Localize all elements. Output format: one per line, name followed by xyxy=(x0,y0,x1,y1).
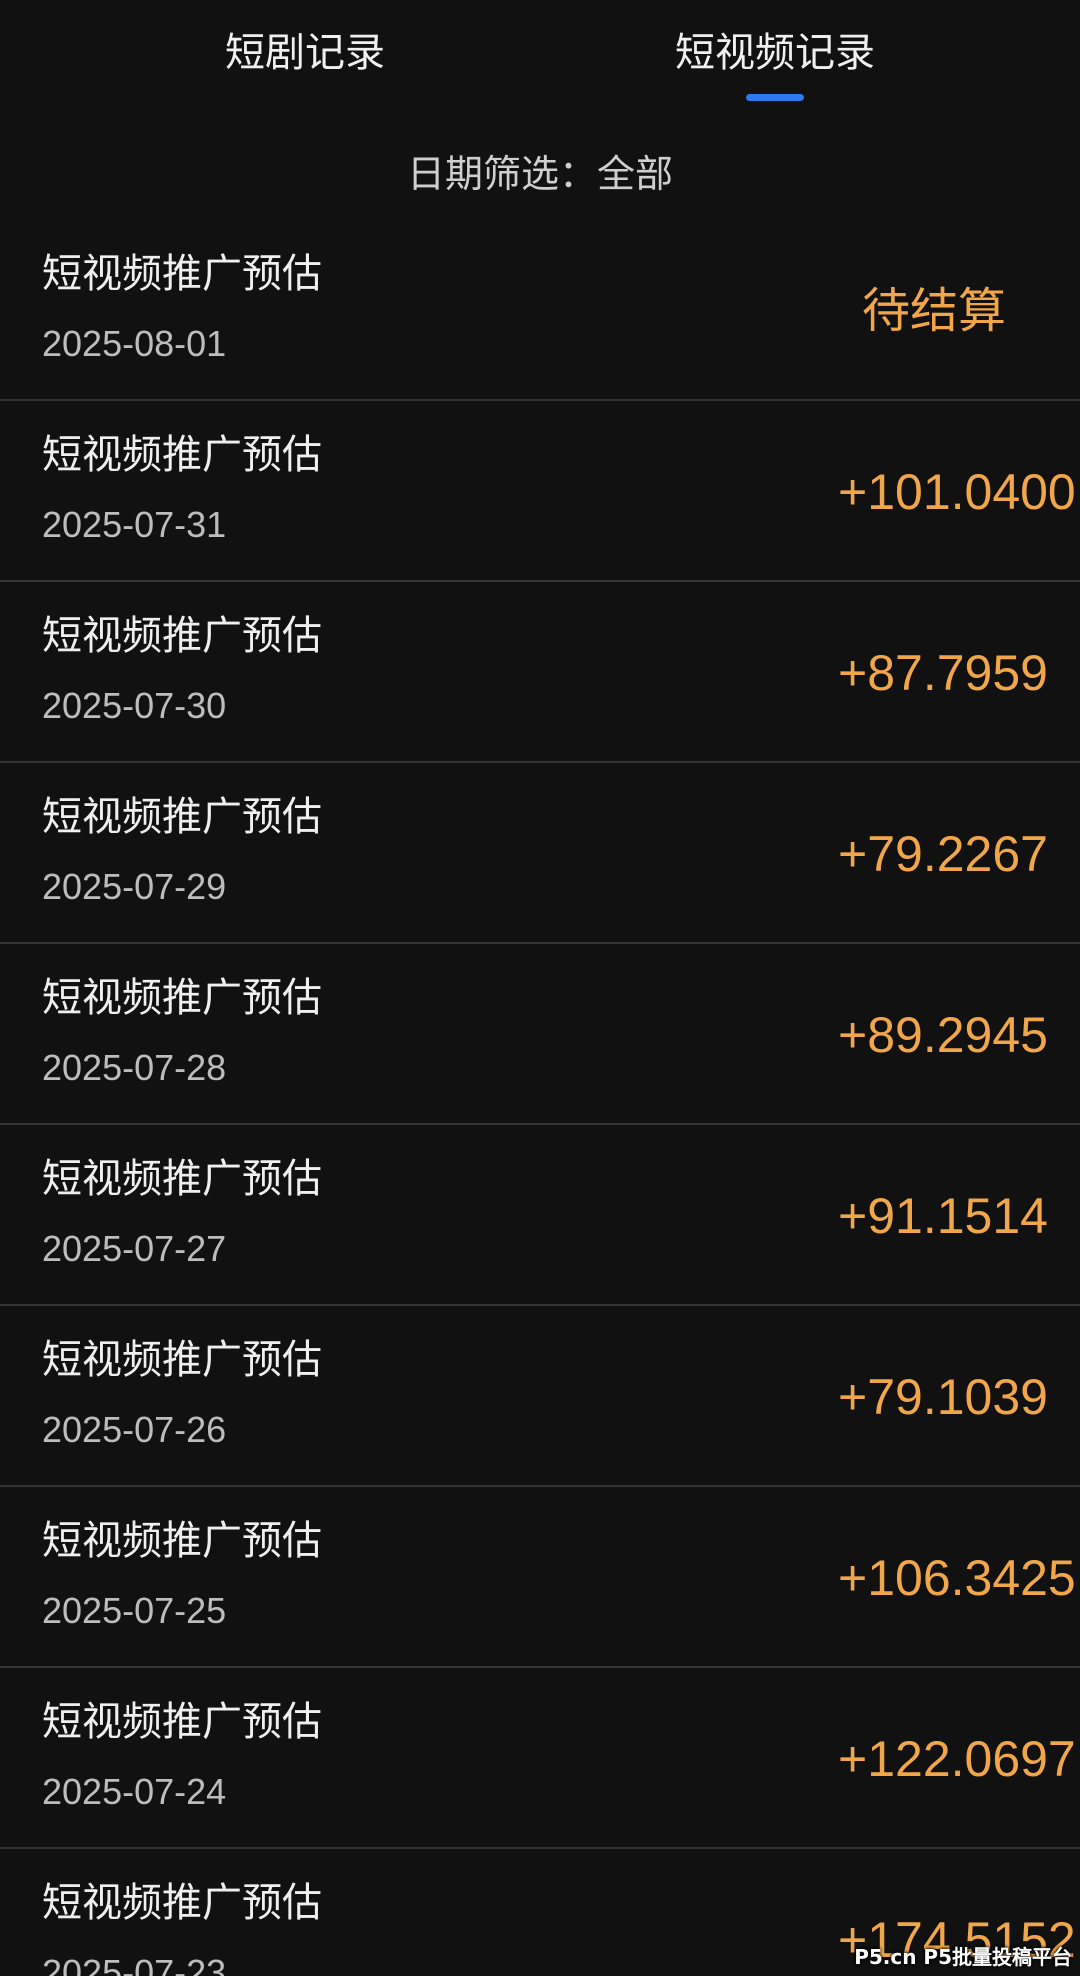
list-item[interactable]: 短视频推广预估 2025-07-30 +87.7959 xyxy=(0,582,1080,763)
record-amount: +101.0400 xyxy=(838,464,1076,520)
active-tab-indicator xyxy=(746,94,804,101)
record-list: 短视频推广预估 2025-08-01 待结算 短视频推广预估 2025-07-3… xyxy=(0,220,1080,1976)
record-date: 2025-07-27 xyxy=(42,1228,227,1269)
record-title: 短视频推广预估 xyxy=(42,794,322,840)
record-date: 2025-07-25 xyxy=(42,1590,227,1631)
record-title: 短视频推广预估 xyxy=(42,975,322,1021)
list-item[interactable]: 短视频推广预估 2025-07-29 +79.2267 xyxy=(0,763,1080,944)
record-amount: +79.1039 xyxy=(838,1369,1048,1425)
record-title: 短视频推广预估 xyxy=(42,432,322,478)
record-title: 短视频推广预估 xyxy=(42,1699,322,1745)
record-date: 2025-07-28 xyxy=(42,1047,227,1088)
record-date: 2025-07-24 xyxy=(42,1771,227,1812)
record-date: 2025-07-30 xyxy=(42,685,227,726)
record-tabs: 短剧记录 短视频记录 xyxy=(0,0,1080,120)
record-amount: +87.7959 xyxy=(838,645,1048,701)
tab-short-drama-records[interactable]: 短剧记录 xyxy=(160,18,450,88)
record-date: 2025-07-26 xyxy=(42,1409,227,1450)
record-date: 2025-07-23 xyxy=(42,1952,227,1976)
record-amount: +91.1514 xyxy=(838,1188,1048,1244)
list-item[interactable]: 短视频推广预估 2025-07-27 +91.1514 xyxy=(0,1125,1080,1306)
list-item[interactable]: 短视频推广预估 2025-07-31 +101.0400 xyxy=(0,401,1080,582)
record-title: 短视频推广预估 xyxy=(42,1518,322,1564)
record-amount: +106.3425 xyxy=(838,1550,1076,1606)
record-date: 2025-07-31 xyxy=(42,504,227,545)
record-date: 2025-08-01 xyxy=(42,323,227,364)
record-title: 短视频推广预估 xyxy=(42,1880,322,1926)
tab-short-video-records[interactable]: 短视频记录 xyxy=(630,18,920,88)
list-item[interactable]: 短视频推广预估 2025-07-26 +79.1039 xyxy=(0,1306,1080,1487)
watermark: P5.cn P5批量投稿平台 xyxy=(854,1945,1072,1969)
list-item[interactable]: 短视频推广预估 2025-07-25 +106.3425 xyxy=(0,1487,1080,1668)
record-title: 短视频推广预估 xyxy=(42,251,322,297)
list-item[interactable]: 短视频推广预估 2025-08-01 待结算 xyxy=(0,220,1080,401)
record-title: 短视频推广预估 xyxy=(42,1337,322,1383)
date-filter[interactable]: 日期筛选：全部 xyxy=(0,142,1080,206)
record-amount: +122.0697 xyxy=(838,1731,1076,1787)
list-item[interactable]: 短视频推广预估 2025-07-28 +89.2945 xyxy=(0,944,1080,1125)
record-title: 短视频推广预估 xyxy=(42,1156,322,1202)
record-date: 2025-07-29 xyxy=(42,866,227,907)
record-amount: +89.2945 xyxy=(838,1007,1048,1063)
record-amount: +79.2267 xyxy=(838,826,1048,882)
record-title: 短视频推广预估 xyxy=(42,613,322,659)
record-amount: 待结算 xyxy=(862,283,1007,339)
list-item[interactable]: 短视频推广预估 2025-07-24 +122.0697 xyxy=(0,1668,1080,1849)
